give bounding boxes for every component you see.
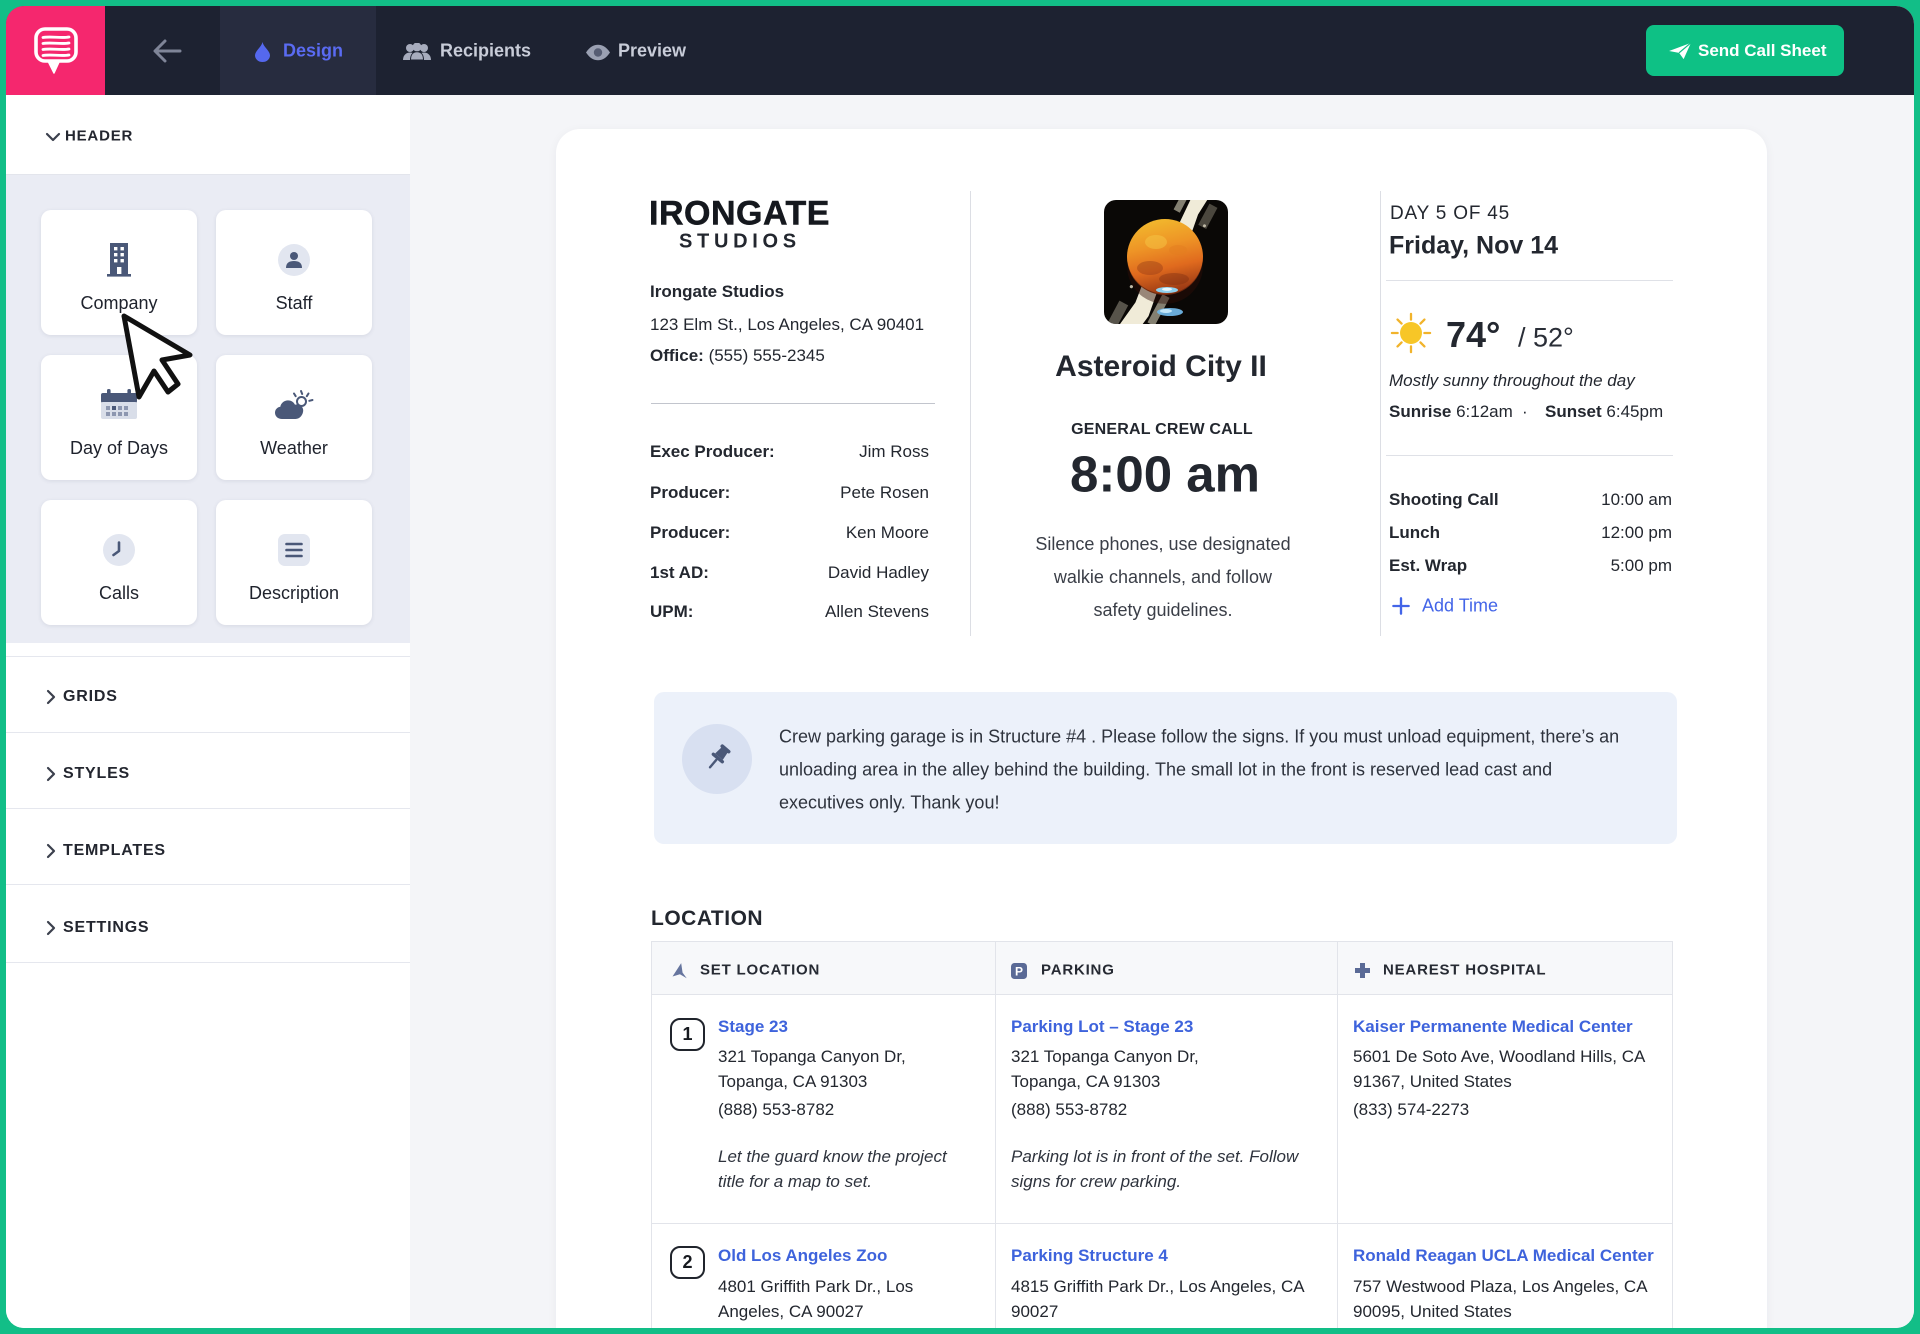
- svg-text:P: P: [1015, 964, 1023, 978]
